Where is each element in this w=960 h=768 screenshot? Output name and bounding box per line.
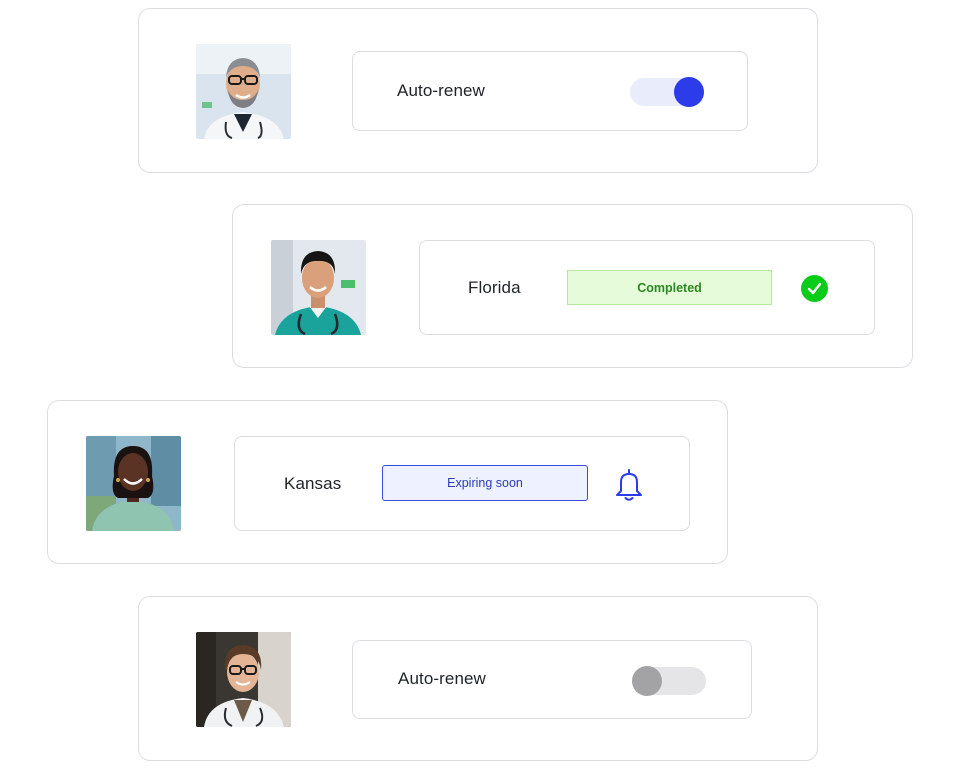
status-panel: Kansas Expiring soon <box>234 436 690 531</box>
avatar <box>196 632 291 727</box>
auto-renew-toggle[interactable] <box>630 77 704 107</box>
toggle-knob <box>674 77 704 107</box>
state-label: Florida <box>468 278 521 297</box>
auto-renew-label: Auto-renew <box>398 669 486 688</box>
avatar <box>86 436 181 531</box>
avatar <box>271 240 366 335</box>
avatar-photo <box>196 632 291 727</box>
completed-badge: Completed <box>567 270 772 305</box>
auto-renew-label: Auto-renew <box>397 81 485 100</box>
renewal-card: Auto-renew <box>138 596 818 761</box>
avatar <box>196 44 291 139</box>
bell-icon[interactable] <box>614 468 644 502</box>
avatar-photo <box>271 240 366 335</box>
state-label: Kansas <box>284 474 342 493</box>
toggle-knob <box>632 666 662 696</box>
control-panel: Auto-renew <box>352 640 752 719</box>
auto-renew-toggle[interactable] <box>632 666 706 696</box>
avatar-photo <box>196 44 291 139</box>
control-panel: Auto-renew <box>352 51 748 131</box>
check-circle-icon <box>801 275 828 302</box>
license-card: Kansas Expiring soon <box>47 400 728 564</box>
license-card: Florida Completed <box>232 204 913 368</box>
expiring-soon-badge: Expiring soon <box>382 465 588 501</box>
avatar-photo <box>86 436 181 531</box>
stage: Auto-renew Florida Completed Kansas Expi… <box>0 0 960 768</box>
status-panel: Florida Completed <box>419 240 875 335</box>
renewal-card: Auto-renew <box>138 8 818 173</box>
